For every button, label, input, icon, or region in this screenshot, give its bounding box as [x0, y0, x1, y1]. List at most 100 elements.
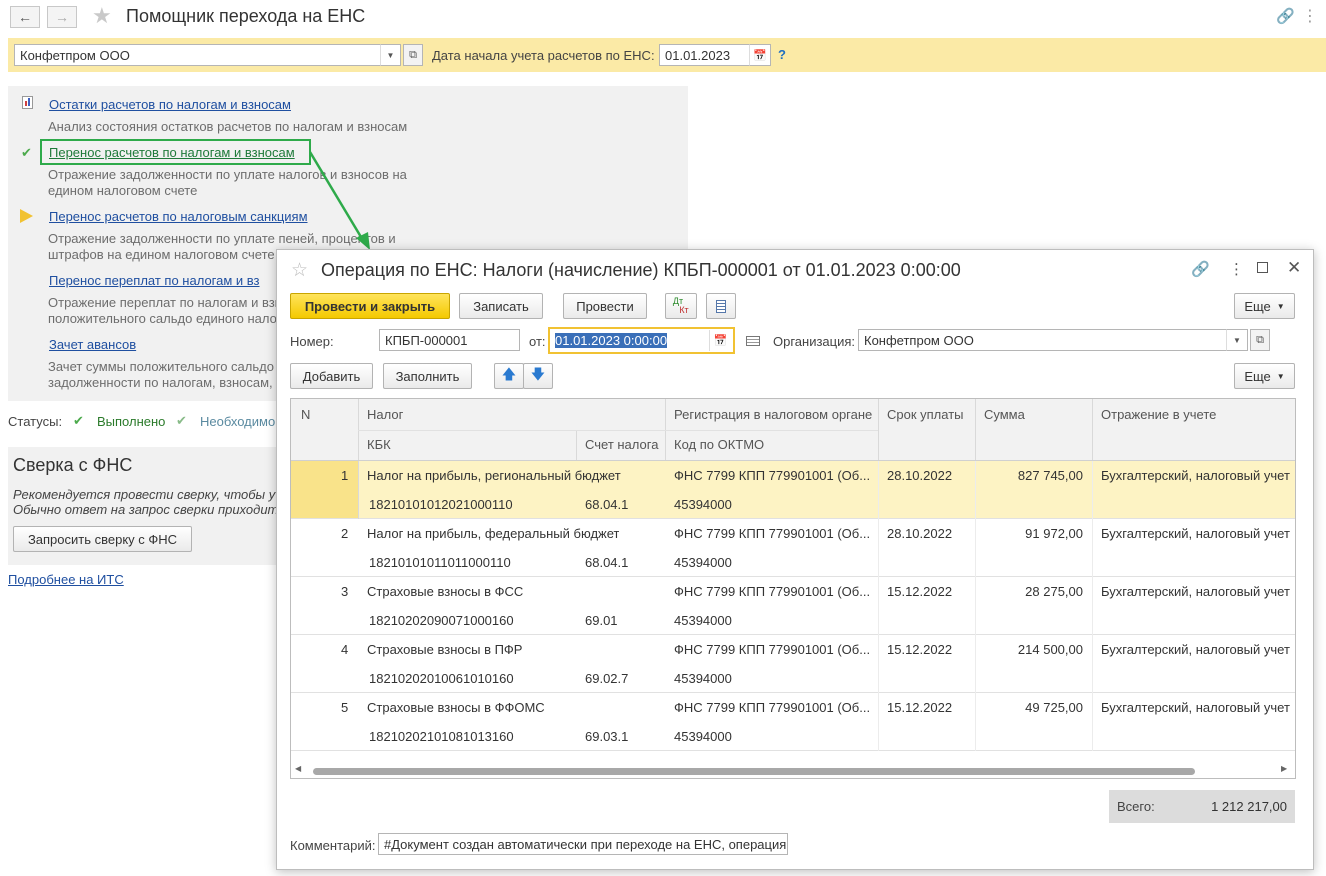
- back-button[interactable]: ←: [10, 6, 40, 28]
- dt-kt-button[interactable]: Дт Кт: [665, 293, 697, 319]
- add-row-button[interactable]: Добавить: [290, 363, 373, 389]
- organization-open-button[interactable]: ⧉: [403, 44, 423, 66]
- doc-organization-open[interactable]: ⧉: [1250, 329, 1270, 351]
- row-kbk: 18210101011011000110: [369, 555, 511, 570]
- table-row[interactable]: 3 Страховые взносы в ФСС 182102020900710…: [291, 577, 1295, 635]
- step-link-advances[interactable]: Зачет авансов: [49, 337, 136, 352]
- more-its-link[interactable]: Подробнее на ИТС: [8, 572, 124, 587]
- col-account[interactable]: Счет налога: [585, 437, 658, 452]
- help-link[interactable]: ?: [778, 47, 786, 62]
- more-vertical-icon[interactable]: ⋮: [1229, 260, 1244, 278]
- row-oktmo: 45394000: [674, 555, 732, 570]
- row-registration: ФНС 7799 КПП 779901001 (Об...: [674, 700, 871, 715]
- step-link-transfer-taxes[interactable]: Перенос расчетов по налогам и взносам: [49, 145, 295, 160]
- request-reconciliation-button[interactable]: Запросить сверку с ФНС: [13, 526, 192, 552]
- chevron-down-icon: ▼: [1276, 301, 1285, 311]
- arrow-right-pointer-icon: [20, 209, 33, 223]
- step-link-transfer-sanctions[interactable]: Перенос расчетов по налоговым санкциям: [49, 209, 308, 224]
- row-kbk: 18210202101081013160: [369, 729, 514, 744]
- row-n: 4: [341, 642, 349, 657]
- row-amount: 214 500,00: [1017, 642, 1083, 657]
- scroll-left-icon[interactable]: ◀: [295, 764, 301, 773]
- date-calendar-button[interactable]: 📅: [709, 330, 731, 351]
- row-registration: ФНС 7799 КПП 779901001 (Об...: [674, 584, 871, 599]
- move-up-button[interactable]: 🡅: [494, 363, 524, 389]
- row-oktmo: 45394000: [674, 671, 732, 686]
- doc-organization-dropdown[interactable]: ▼: [1226, 329, 1248, 351]
- favorite-star-icon[interactable]: ☆: [291, 259, 308, 282]
- save-button[interactable]: Записать: [459, 293, 543, 319]
- horizontal-scrollbar[interactable]: ◀ ▶: [291, 764, 1295, 778]
- kt-label: Кт: [679, 305, 689, 315]
- more-button[interactable]: Еще ▼: [1234, 293, 1295, 319]
- chevron-down-icon: ▼: [1233, 335, 1241, 345]
- col-kbk[interactable]: КБК: [367, 437, 391, 452]
- row-oktmo: 45394000: [674, 497, 732, 512]
- document-title: Операция по ЕНС: Налоги (начисление) КПБ…: [321, 260, 961, 280]
- row-oktmo: 45394000: [674, 729, 732, 744]
- row-due: 15.12.2022: [887, 642, 953, 657]
- date-field[interactable]: 01.01.2023 0:00:00: [548, 327, 735, 354]
- link-icon[interactable]: 🔗: [1191, 260, 1210, 278]
- col-oktmo[interactable]: Код по ОКТМО: [674, 437, 764, 452]
- step-desc-balances: Анализ состояния остатков расчетов по на…: [48, 119, 408, 134]
- organization-select[interactable]: Конфетпром ООО: [14, 44, 401, 66]
- row-kbk: 18210202010061010160: [369, 671, 514, 686]
- doc-organization-field[interactable]: Конфетпром ООО: [858, 329, 1248, 351]
- favorite-star-icon[interactable]: ★: [92, 3, 112, 29]
- col-reflection[interactable]: Отражение в учете: [1101, 407, 1216, 422]
- total-value: 1 212 217,00: [1211, 799, 1287, 814]
- report-list-button[interactable]: [706, 293, 736, 319]
- col-n[interactable]: N: [301, 407, 310, 422]
- comment-field[interactable]: #Документ создан автоматически при перех…: [378, 833, 788, 855]
- number-field[interactable]: КПБП-000001: [379, 329, 520, 351]
- link-icon[interactable]: 🔗: [1276, 7, 1295, 25]
- number-label: Номер:: [290, 334, 334, 349]
- row-reflection: Бухгалтерский, налоговый учет: [1101, 468, 1290, 483]
- table-more-button[interactable]: Еще ▼: [1234, 363, 1295, 389]
- row-tax: Налог на прибыль, федеральный бюджет: [367, 526, 620, 541]
- col-amount[interactable]: Сумма: [984, 407, 1025, 422]
- post-and-close-button[interactable]: Провести и закрыть: [290, 293, 450, 319]
- step-link-overpayments[interactable]: Перенос переплат по налогам и вз: [49, 273, 260, 288]
- maximize-icon[interactable]: [1257, 262, 1268, 273]
- table-row[interactable]: 4 Страховые взносы в ПФР 182102020100610…: [291, 635, 1295, 693]
- organization-dropdown-button[interactable]: ▼: [380, 44, 401, 66]
- list-icon: [716, 299, 726, 313]
- reconciliation-text-2: Обычно ответ на запрос сверки приходит: [13, 502, 279, 517]
- row-account: 69.01: [585, 613, 618, 628]
- row-amount: 28 275,00: [1025, 584, 1083, 599]
- row-n: 3: [341, 584, 349, 599]
- table-row[interactable]: 1 Налог на прибыль, региональный бюджет …: [291, 461, 1295, 519]
- connector-arrow: [308, 151, 370, 250]
- fill-button[interactable]: Заполнить: [383, 363, 472, 389]
- col-due[interactable]: Срок уплаты: [887, 407, 964, 422]
- comment-value: #Документ создан автоматически при перех…: [384, 837, 787, 852]
- calendar-button[interactable]: 📅: [749, 44, 771, 66]
- col-tax[interactable]: Налог: [367, 407, 403, 422]
- row-reflection: Бухгалтерский, налоговый учет: [1101, 526, 1290, 541]
- row-account: 68.04.1: [585, 497, 629, 512]
- row-tax: Страховые взносы в ФСС: [367, 584, 524, 599]
- close-icon[interactable]: ✕: [1287, 258, 1301, 278]
- row-due: 28.10.2022: [887, 526, 953, 541]
- table-row[interactable]: 5 Страховые взносы в ФФОМС 1821020210108…: [291, 693, 1295, 751]
- step-link-balances[interactable]: Остатки расчетов по налогам и взносам: [49, 97, 291, 112]
- scrollbar-thumb[interactable]: [313, 768, 1195, 775]
- organization-label: Организация:: [773, 334, 856, 349]
- col-registration[interactable]: Регистрация в налоговом органе: [674, 407, 872, 422]
- scroll-right-icon[interactable]: ▶: [1281, 764, 1287, 773]
- open-window-icon: ⧉: [1256, 333, 1264, 346]
- open-window-icon: ⧉: [409, 48, 417, 61]
- doc-organization-value: Конфетпром ООО: [864, 333, 974, 348]
- required-status-icon: ✔: [176, 413, 187, 428]
- post-button[interactable]: Провести: [563, 293, 647, 319]
- more-vertical-icon[interactable]: ⋮: [1302, 6, 1318, 26]
- row-due: 15.12.2022: [887, 584, 953, 599]
- forward-button[interactable]: →: [47, 6, 77, 28]
- row-kbk: 18210101012021000110: [369, 497, 513, 512]
- row-kbk: 18210202090071000160: [369, 613, 514, 628]
- move-down-button[interactable]: 🡇: [523, 363, 553, 389]
- taxes-table: N Налог КБК Счет налога Регистрация в на…: [290, 398, 1296, 779]
- table-row[interactable]: 2 Налог на прибыль, федеральный бюджет 1…: [291, 519, 1295, 577]
